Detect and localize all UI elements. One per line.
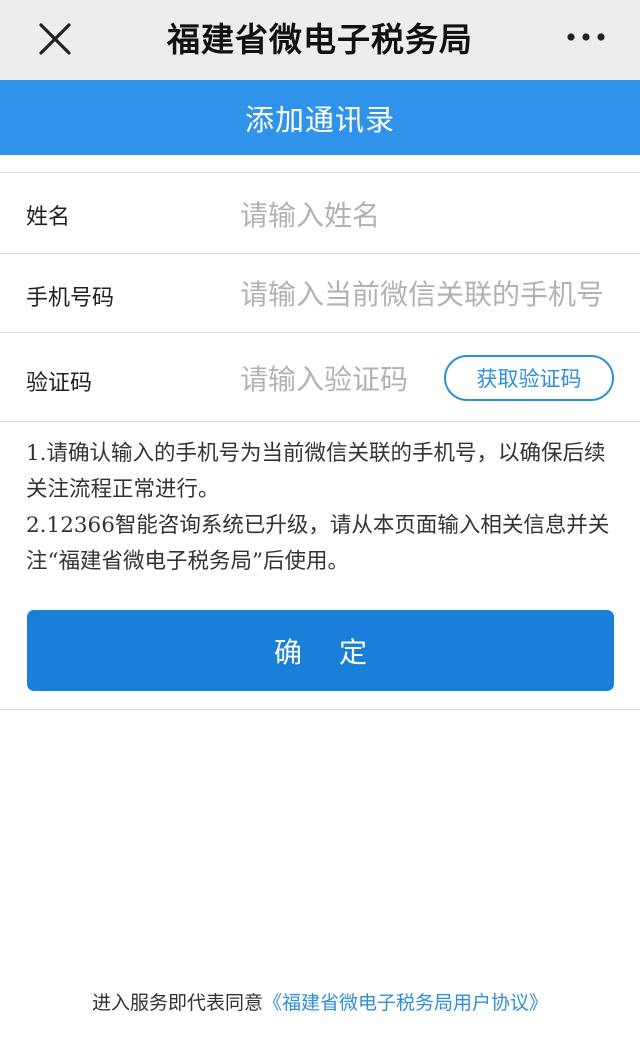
wechat-topbar: 福建省微电子税务局 (0, 0, 640, 80)
agreement-prefix: 进入服务即代表同意 (91, 992, 263, 1014)
confirm-button[interactable]: 确 定 (27, 610, 614, 691)
get-code-button[interactable]: 获取验证码 (444, 355, 614, 401)
notice-text: 1.请确认输入的手机号为当前微信关联的手机号，以确保后续关注流程正常进行。 2.… (26, 436, 616, 580)
code-input[interactable] (240, 359, 436, 399)
code-label: 验证码 (26, 371, 93, 396)
phone-label: 手机号码 (26, 286, 115, 311)
topbar-title: 福建省微电子税务局 (167, 20, 473, 59)
user-agreement-link[interactable]: 《福建省微电子税务局用户协议》 (263, 992, 548, 1014)
divider (0, 709, 640, 710)
notice-item-1: 1.请确认输入的手机号为当前微信关联的手机号，以确保后续关注流程正常进行。 (26, 441, 606, 502)
name-row: 姓名 (0, 173, 640, 253)
name-input[interactable] (240, 195, 620, 235)
phone-input[interactable] (240, 274, 616, 314)
name-label: 姓名 (26, 205, 71, 230)
notice-item-2: 2.12366智能咨询系统已升级，请从本页面输入相关信息并关注“福建省微电子税务… (26, 513, 610, 574)
close-icon[interactable] (28, 14, 82, 64)
divider (0, 421, 640, 422)
more-icon[interactable] (556, 16, 616, 58)
agreement-footer: 进入服务即代表同意《福建省微电子税务局用户协议》 (0, 988, 640, 1018)
page-title: 添加通讯录 (0, 80, 640, 155)
phone-row: 手机号码 (0, 254, 640, 332)
